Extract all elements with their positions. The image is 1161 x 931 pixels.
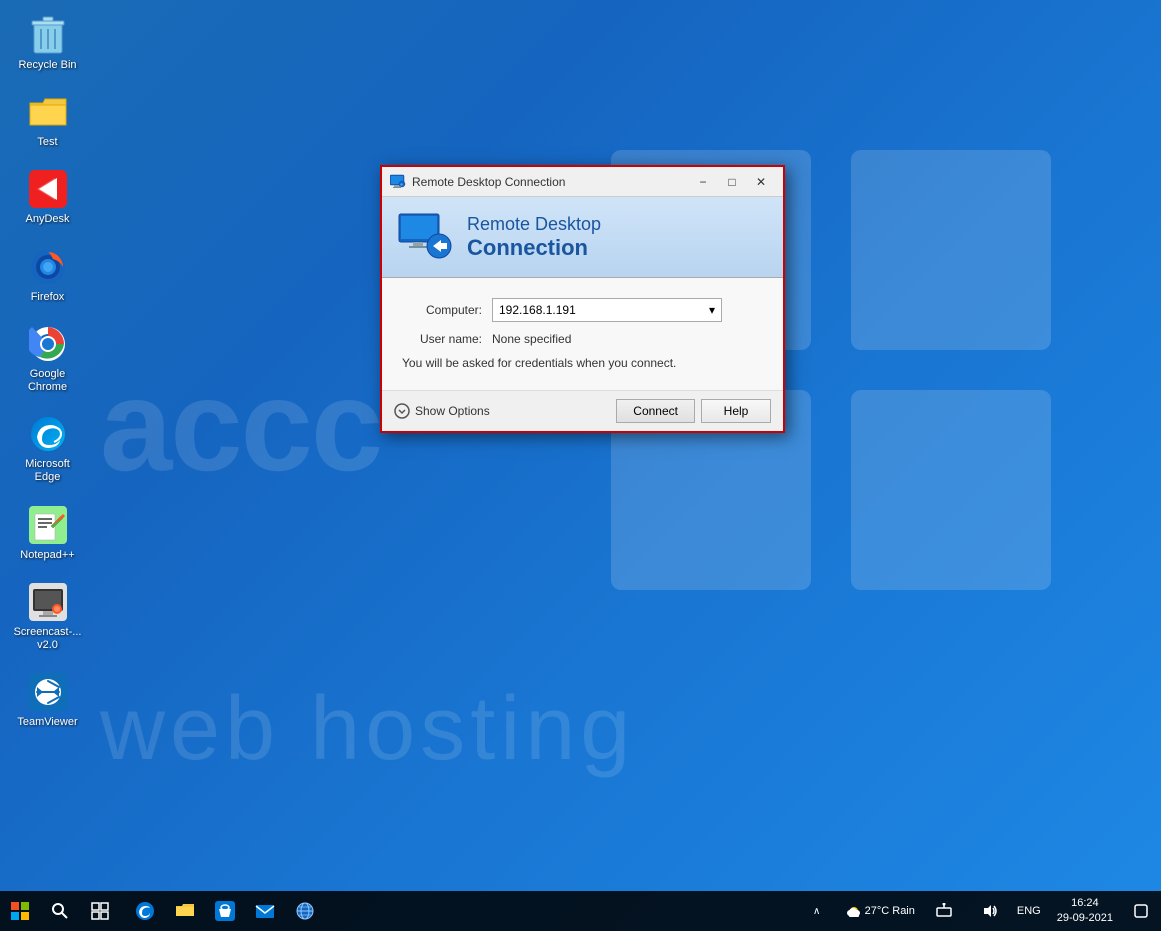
- rdp-header-line2: Connection: [467, 235, 601, 261]
- rdp-username-value: None specified: [492, 332, 571, 346]
- taskbar-systray: ∧ 27°C Rain: [792, 891, 1049, 931]
- rdp-body: Computer: 192.168.1.191 ▾ User name: Non…: [382, 278, 783, 390]
- rdp-computer-label: Computer:: [402, 303, 492, 317]
- rdp-footer-buttons: Connect Help: [616, 399, 771, 423]
- weather-text: 27°C Rain: [865, 905, 915, 917]
- taskbar-notification-button[interactable]: [1121, 891, 1161, 931]
- desktop: accc web hosting Recycle Bin: [0, 0, 1161, 931]
- microsoft-edge-icon: [28, 414, 68, 454]
- rdp-titlebar-buttons: − □ ✕: [689, 171, 775, 193]
- rdp-computer-value: 192.168.1.191: [499, 303, 576, 317]
- rdp-header-icon: [397, 212, 452, 262]
- teamviewer-label: TeamViewer: [17, 716, 77, 729]
- rdp-header-title: Remote Desktop Connection: [467, 214, 601, 261]
- rdp-help-button[interactable]: Help: [701, 399, 771, 423]
- taskbar-start-button[interactable]: [0, 891, 40, 931]
- rdp-computer-input[interactable]: 192.168.1.191 ▾: [492, 298, 722, 322]
- rdp-dialog: Remote Desktop Connection − □ ✕: [380, 165, 785, 433]
- rdp-header-line1: Remote Desktop: [467, 214, 601, 235]
- recycle-bin-label: Recycle Bin: [18, 59, 76, 72]
- taskbar-edge-icon[interactable]: [125, 891, 165, 931]
- taskbar-volume-icon[interactable]: [969, 891, 1009, 931]
- google-chrome-label: Google Chrome: [15, 368, 80, 394]
- microsoft-edge-label: Microsoft Edge: [15, 458, 80, 484]
- anydesk-icon: [28, 169, 68, 209]
- taskbar-clock[interactable]: 16:24 29-09-2021: [1049, 891, 1121, 931]
- rdp-connect-button[interactable]: Connect: [616, 399, 695, 423]
- taskbar-pinned-apps: [125, 891, 325, 931]
- desktop-icon-google-chrome[interactable]: Google Chrome: [10, 319, 85, 399]
- desktop-icon-teamviewer[interactable]: TeamViewer: [10, 667, 85, 734]
- taskbar-language-indicator[interactable]: ENG: [1014, 891, 1044, 931]
- rdp-maximize-button[interactable]: □: [718, 171, 746, 193]
- taskbar-right: ∧ 27°C Rain: [792, 891, 1161, 931]
- desktop-icon-microsoft-edge[interactable]: Microsoft Edge: [10, 409, 85, 489]
- watermark-top: accc: [100, 350, 381, 500]
- taskbar-globe-icon[interactable]: [285, 891, 325, 931]
- taskbar-search-button[interactable]: [40, 891, 80, 931]
- desktop-icon-screencast[interactable]: Screencast-...v2.0: [10, 577, 85, 657]
- rdp-header: Remote Desktop Connection: [382, 197, 783, 278]
- taskbar-mail-icon[interactable]: [245, 891, 285, 931]
- rdp-footer: Show Options Connect Help: [382, 390, 783, 431]
- teamviewer-icon: [28, 672, 68, 712]
- firefox-icon: [28, 247, 68, 287]
- recycle-bin-icon: [28, 15, 68, 55]
- desktop-icon-recycle-bin[interactable]: Recycle Bin: [10, 10, 85, 77]
- rdp-title-text: Remote Desktop Connection: [412, 175, 689, 189]
- firefox-label: Firefox: [31, 291, 65, 304]
- google-chrome-icon: [28, 324, 68, 364]
- taskbar-network-icon[interactable]: [924, 891, 964, 931]
- taskbar-taskview-button[interactable]: [80, 891, 120, 931]
- taskbar-show-hidden-icon[interactable]: ∧: [797, 891, 837, 931]
- rdp-titlebar: Remote Desktop Connection − □ ✕: [382, 167, 783, 197]
- desktop-icons: Recycle Bin Test AnyDesk: [10, 10, 85, 739]
- taskbar-explorer-icon[interactable]: [165, 891, 205, 931]
- desktop-icon-anydesk[interactable]: AnyDesk: [10, 164, 85, 231]
- language-text: ENG: [1017, 905, 1041, 917]
- desktop-icon-test[interactable]: Test: [10, 87, 85, 154]
- desktop-icon-notepadpp[interactable]: Notepad++: [10, 500, 85, 567]
- test-label: Test: [37, 136, 57, 149]
- rdp-close-button[interactable]: ✕: [747, 171, 775, 193]
- rdp-computer-dropdown-icon: ▾: [709, 303, 715, 317]
- notepadpp-icon: [28, 505, 68, 545]
- rdp-username-row: User name: None specified: [402, 332, 763, 346]
- rdp-minimize-button[interactable]: −: [689, 171, 717, 193]
- test-folder-icon: [28, 92, 68, 132]
- taskbar-weather-icon[interactable]: 27°C Rain: [842, 891, 919, 931]
- taskbar-store-icon[interactable]: [205, 891, 245, 931]
- rdp-username-label: User name:: [402, 332, 492, 346]
- screencast-icon: [28, 582, 68, 622]
- watermark-bottom: web hosting: [100, 678, 1161, 781]
- taskbar-date: 29-09-2021: [1057, 911, 1113, 926]
- rdp-app-icon: [390, 174, 406, 190]
- desktop-icon-firefox[interactable]: Firefox: [10, 242, 85, 309]
- rdp-show-options-button[interactable]: Show Options: [394, 403, 490, 419]
- rdp-computer-row: Computer: 192.168.1.191 ▾: [402, 298, 763, 322]
- screencast-label: Screencast-...v2.0: [14, 626, 82, 652]
- rdp-show-options-label: Show Options: [415, 404, 490, 418]
- notepadpp-label: Notepad++: [20, 549, 74, 562]
- anydesk-label: AnyDesk: [25, 213, 69, 226]
- taskbar-time: 16:24: [1071, 896, 1099, 911]
- taskbar: ∧ 27°C Rain: [0, 891, 1161, 931]
- rdp-info-text: You will be asked for credentials when y…: [402, 356, 763, 370]
